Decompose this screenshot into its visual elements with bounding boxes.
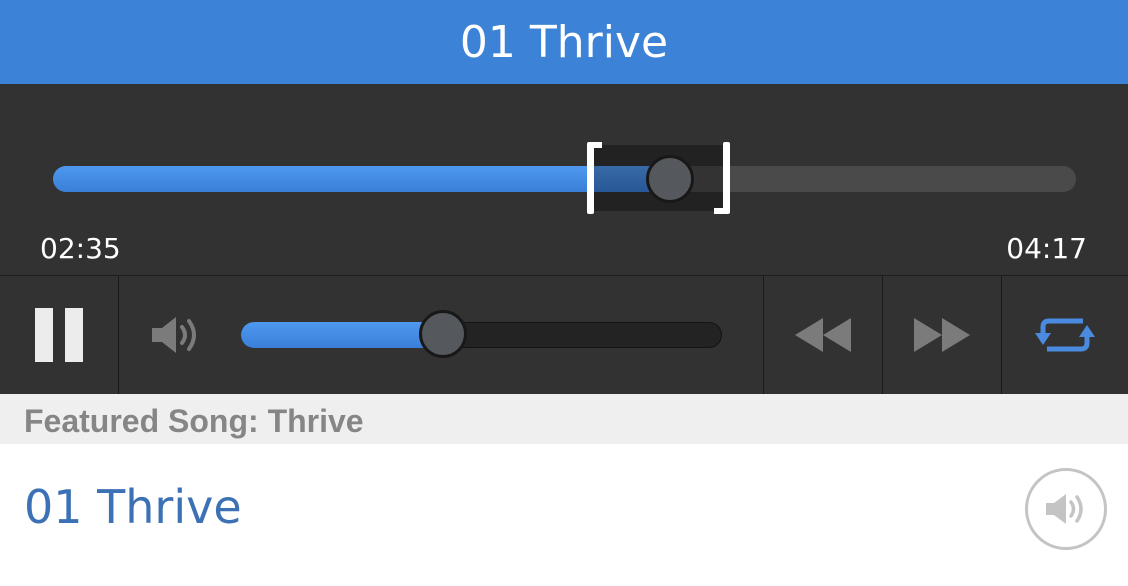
volume-thumb[interactable]: [419, 310, 468, 358]
repeat-icon: [1035, 318, 1095, 352]
loop-start-handle[interactable]: [584, 142, 603, 214]
title-bar: 01 Thrive: [0, 0, 1128, 84]
fast-forward-icon: [914, 318, 970, 352]
song-title: 01 Thrive: [459, 16, 669, 68]
pause-button[interactable]: [0, 276, 118, 394]
speaker-icon: [1046, 494, 1083, 524]
rewind-icon: [795, 318, 851, 352]
rewind-button[interactable]: [764, 276, 882, 394]
playback-controls: [0, 275, 1128, 394]
speaker-icon: [152, 317, 196, 353]
volume-fill: [241, 322, 444, 348]
volume-button[interactable]: [148, 276, 204, 394]
pause-icon: [35, 308, 83, 362]
total-duration: 04:17: [1006, 232, 1087, 265]
play-preview-button[interactable]: [1025, 468, 1107, 550]
progress-thumb[interactable]: [645, 155, 694, 203]
progress-fill: [53, 166, 670, 192]
section-label: Featured Song: Thrive: [24, 403, 364, 439]
fast-forward-button[interactable]: [883, 276, 1001, 394]
elapsed-time: 02:35: [40, 232, 121, 265]
section-header: Featured Song: Thrive: [0, 394, 1128, 444]
list-item-title: 01 Thrive: [24, 480, 242, 534]
list-item[interactable]: 01 Thrive: [0, 444, 1128, 586]
loop-end-handle[interactable]: [714, 142, 732, 214]
repeat-button[interactable]: [1002, 276, 1128, 394]
progress-area: 02:35 04:17: [0, 84, 1128, 275]
